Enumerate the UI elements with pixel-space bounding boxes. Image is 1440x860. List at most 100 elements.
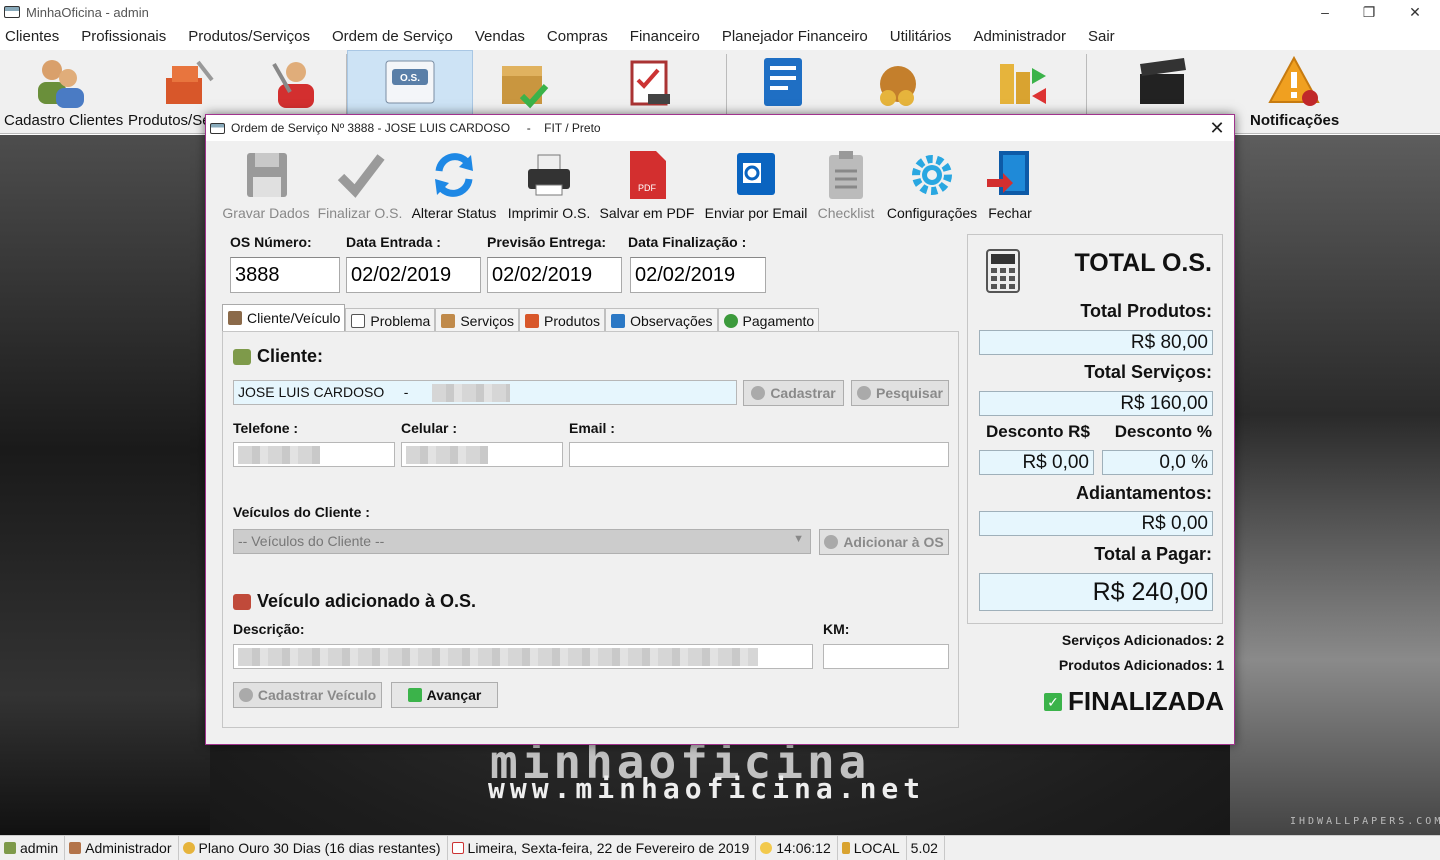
dialog-title: Ordem de Serviço Nº 3888 - JOSE LUIS CAR… <box>231 121 601 135</box>
clock-icon <box>760 842 773 854</box>
cliente-section-title: Cliente: <box>233 346 323 367</box>
configuracoes-button[interactable]: Configurações <box>882 149 982 225</box>
financial-doc-icon[interactable] <box>756 54 812 110</box>
user-add-icon <box>751 386 766 400</box>
tab-problema[interactable]: Problema <box>345 308 436 332</box>
background-url: www.minhaoficina.net <box>488 772 926 805</box>
os-numero-label: OS Número: <box>230 234 312 250</box>
car-icon <box>233 593 251 610</box>
money-bag-icon[interactable] <box>870 54 926 110</box>
dialog-close-icon[interactable]: ✕ <box>1204 115 1230 141</box>
status-badge: ✓ FINALIZADA <box>1044 686 1224 717</box>
totals-panel: TOTAL O.S. Total Produtos: R$ 80,00 Tota… <box>967 234 1223 624</box>
total-pagar-value: R$ 240,00 <box>979 573 1213 611</box>
previsao-entrega-field[interactable]: 02/02/2019 <box>487 257 622 293</box>
menu-planejador[interactable]: Planejador Financeiro <box>717 28 878 45</box>
boxes-icon <box>525 313 540 328</box>
status-bar: admin Administrador Plano Ouro 30 Dias (… <box>0 835 1440 860</box>
status-text: FINALIZADA <box>1068 686 1224 716</box>
gravar-dados-button[interactable]: Gravar Dados <box>218 149 314 225</box>
menu-bar: Clientes Profissionais Produtos/Serviços… <box>0 24 1440 48</box>
menu-ordem-servico[interactable]: Ordem de Serviço <box>327 28 463 45</box>
restore-icon[interactable]: ❐ <box>1346 0 1392 24</box>
status-version: 5.02 <box>907 836 945 860</box>
menu-sair[interactable]: Sair <box>1083 28 1125 45</box>
outlook-icon <box>737 153 775 195</box>
finalizar-os-button[interactable]: Finalizar O.S. <box>316 149 404 225</box>
status-date: Limeira, Sexta-feira, 22 de Fevereiro de… <box>448 836 757 860</box>
email-field[interactable] <box>569 442 949 467</box>
chevron-down-icon: ▼ <box>793 533 804 545</box>
app-icon <box>4 6 20 18</box>
servicos-adicionados: Serviços Adicionados: 2 <box>1061 632 1224 648</box>
toolbar-cadastro-clientes[interactable]: Cadastro Clientes <box>0 50 124 134</box>
menu-produtos-servicos[interactable]: Produtos/Serviços <box>183 28 320 45</box>
email-label: Email : <box>569 420 615 436</box>
toolbar-produtos[interactable]: Produtos/Se <box>126 50 214 134</box>
menu-profissionais[interactable]: Profissionais <box>76 28 176 45</box>
fechar-button[interactable]: Fechar <box>984 149 1036 225</box>
car-add-icon <box>238 688 253 702</box>
minimize-icon[interactable]: – <box>1302 0 1348 24</box>
celular-field[interactable] <box>401 442 563 467</box>
adiantamentos-label: Adiantamentos: <box>1075 483 1212 503</box>
tab-produtos[interactable]: Produtos <box>519 308 606 332</box>
avancar-button[interactable]: Avançar <box>391 682 498 708</box>
desconto-pct-field[interactable]: 0,0 % <box>1102 450 1213 475</box>
menu-clientes[interactable]: Clientes <box>0 28 69 45</box>
check-icon: ✓ <box>1044 692 1063 711</box>
notepad-icon <box>611 313 626 328</box>
veiculos-cliente-select[interactable]: -- Veículos do Cliente -- ▼ <box>233 529 811 554</box>
cadastrar-veiculo-button[interactable]: Cadastrar Veículo <box>233 682 382 708</box>
cadastrar-cliente-button[interactable]: Cadastrar <box>743 380 844 406</box>
note-edit-icon <box>351 313 366 328</box>
toolbar-notificacoes[interactable]: Notificações <box>1244 50 1344 134</box>
tab-observacoes[interactable]: Observações <box>605 308 718 332</box>
coin-icon <box>182 842 195 854</box>
os-numero-field[interactable]: 3888 <box>230 257 340 293</box>
menu-financeiro[interactable]: Financeiro <box>625 28 710 45</box>
data-finalizacao-field[interactable]: 02/02/2019 <box>630 257 766 293</box>
veiculo-section-title: Veículo adicionado à O.S. <box>233 591 476 612</box>
menu-vendas[interactable]: Vendas <box>470 28 535 45</box>
purchases-icon[interactable] <box>622 54 678 110</box>
adiantamentos-value: R$ 0,00 <box>979 511 1213 536</box>
sales-box-icon[interactable] <box>496 56 552 112</box>
professional-icon[interactable] <box>268 56 324 112</box>
alterar-status-button[interactable]: Alterar Status <box>408 149 500 225</box>
menu-administrador[interactable]: Administrador <box>968 28 1076 45</box>
status-user: admin <box>0 836 66 860</box>
previsao-entrega-label: Previsão Entrega: <box>487 234 607 250</box>
descricao-field[interactable] <box>233 644 813 669</box>
search-icon <box>857 386 872 400</box>
menu-utilitarios[interactable]: Utilitários <box>885 28 962 45</box>
imprimir-os-button[interactable]: Imprimir O.S. <box>504 149 594 225</box>
adicionar-os-button[interactable]: Adicionar à OS <box>819 529 949 555</box>
km-field[interactable] <box>823 644 949 669</box>
background-watermark: IHDWALLPAPERS.COM <box>1290 816 1440 827</box>
close-icon[interactable]: ✕ <box>1392 0 1438 24</box>
produtos-adicionados: Produtos Adicionados: 1 <box>1058 657 1224 673</box>
pesquisar-cliente-button[interactable]: Pesquisar <box>851 380 949 406</box>
tab-cliente-veiculo[interactable]: Cliente/Veículo <box>222 304 346 331</box>
data-entrada-field[interactable]: 02/02/2019 <box>346 257 481 293</box>
tab-servicos[interactable]: Serviços <box>435 308 520 332</box>
desconto-rs-field[interactable]: R$ 0,00 <box>979 450 1094 475</box>
enviar-email-button[interactable]: Enviar por Email <box>700 149 812 225</box>
menu-compras[interactable]: Compras <box>542 28 618 45</box>
desconto-pct-label: Desconto % <box>1114 422 1212 441</box>
cliente-name-field[interactable]: JOSE LUIS CARDOSO - <box>233 380 737 405</box>
tools-icon <box>441 313 456 328</box>
total-produtos-label: Total Produtos: <box>1080 301 1212 321</box>
cashflow-icon[interactable] <box>994 54 1050 110</box>
dialog-titlebar: Ordem de Serviço Nº 3888 - JOSE LUIS CAR… <box>206 115 1234 141</box>
toolbar-notificacoes-label: Notificações <box>1250 112 1340 129</box>
tab-pagamento[interactable]: Pagamento <box>717 308 820 332</box>
telefone-field[interactable] <box>233 442 395 467</box>
client-icon <box>233 348 251 365</box>
checklist-button[interactable]: Checklist <box>814 149 878 225</box>
salvar-pdf-button[interactable]: PDF Salvar em PDF <box>598 149 696 225</box>
telefone-label: Telefone : <box>233 420 299 436</box>
redacted-descricao <box>238 648 758 667</box>
clapperboard-icon[interactable] <box>1134 54 1190 110</box>
